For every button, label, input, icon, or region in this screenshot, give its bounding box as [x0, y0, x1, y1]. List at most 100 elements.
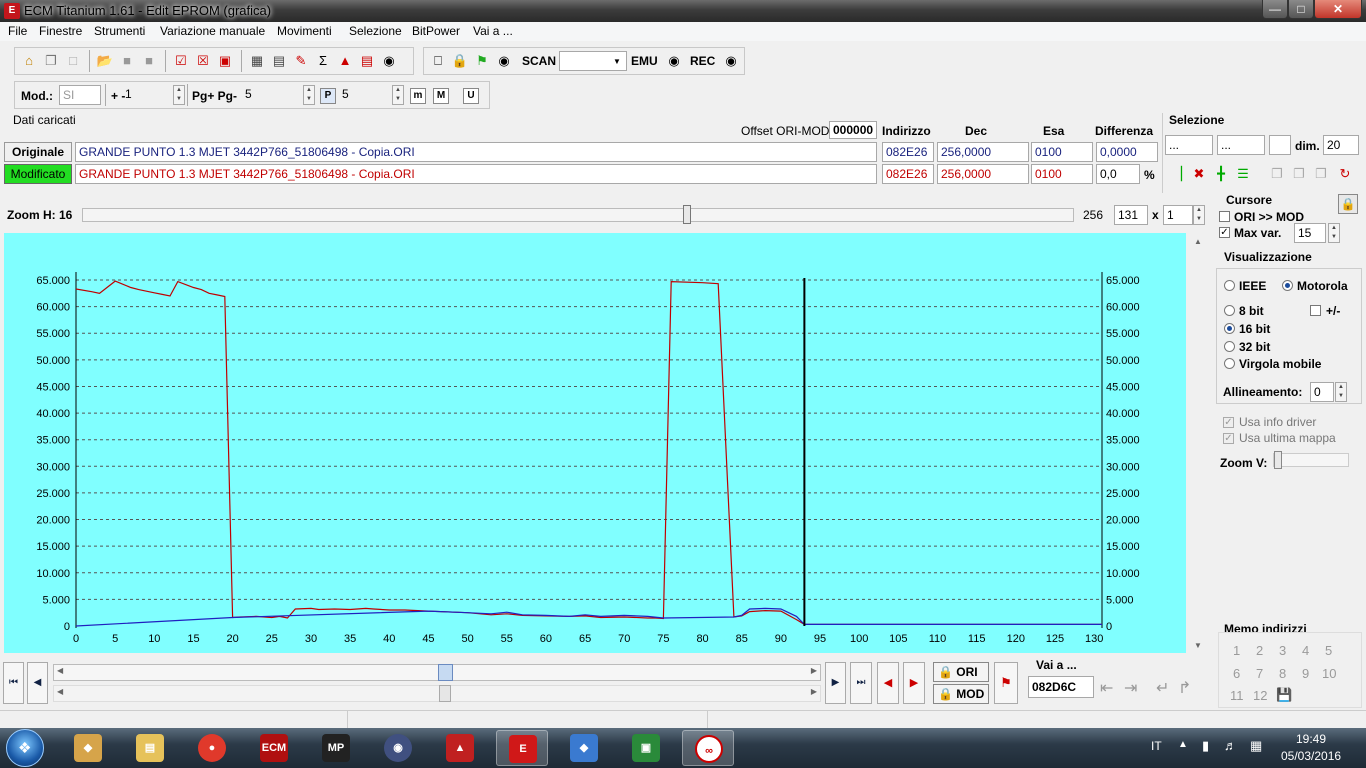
zoom-h-slider[interactable] — [82, 208, 1074, 222]
ieee-radio[interactable] — [1224, 280, 1235, 291]
mod-button[interactable]: 🔒 MOD — [933, 684, 989, 704]
rec-dot-icon[interactable]: ◉ — [721, 51, 741, 71]
text-icon[interactable]: ⎕ — [428, 51, 448, 71]
memo-slot-11[interactable]: 11 — [1230, 688, 1244, 703]
graph-icon[interactable]: ▤ — [357, 51, 377, 71]
menu-selezione[interactable]: Selezione — [349, 24, 402, 38]
goto-field[interactable]: 082D6C — [1028, 676, 1094, 698]
memo-slot-6[interactable]: 6 — [1233, 666, 1240, 681]
p-button[interactable]: P — [320, 88, 336, 104]
zoom-h-thumb[interactable] — [683, 205, 692, 224]
flag-icon[interactable]: ⚑ — [994, 662, 1018, 704]
menu-bitpower[interactable]: BitPower — [412, 24, 460, 38]
task-chrome[interactable]: ● — [186, 730, 238, 766]
float-radio[interactable] — [1224, 358, 1235, 369]
task-ecm-2k1[interactable]: ECM — [248, 730, 300, 766]
task-shield[interactable]: ◆ — [558, 730, 610, 766]
move-sel-icon[interactable]: ❐ — [1311, 164, 1331, 184]
windows-icon[interactable]: ❐ — [41, 51, 61, 71]
network-icon[interactable]: ▦ — [1250, 738, 1262, 754]
p-spinner[interactable]: ▲ ▼ — [392, 85, 404, 105]
list-icon[interactable]: ▤ — [269, 51, 289, 71]
position-thumb[interactable] — [437, 664, 453, 681]
reset-sel-icon[interactable]: ↻ — [1335, 164, 1355, 184]
bit32-radio[interactable] — [1224, 341, 1235, 352]
chart-panel[interactable]: 0 0 5.000 5.000 10.000 10.000 15.000 15.000 20.0… — [4, 233, 1186, 653]
runner-icon[interactable]: ⚑ — [472, 51, 492, 71]
goto-forward-icon[interactable]: ↱ — [1178, 678, 1191, 698]
sum-icon[interactable]: Σ — [313, 51, 333, 71]
copy-icon[interactable]: □ — [63, 51, 83, 71]
selection-start-field[interactable]: ... — [1165, 135, 1213, 155]
next-diff-icon[interactable]: ▶ — [903, 662, 925, 704]
m-upper-button[interactable]: M — [433, 88, 449, 104]
modified-hex-field[interactable]: 0100 — [1031, 164, 1093, 184]
goto-outdent-icon[interactable]: ⇥ — [1124, 678, 1137, 698]
map-search-icon[interactable]: ▦ — [247, 51, 267, 71]
scroll-up-icon[interactable]: ▲ — [1194, 237, 1202, 246]
modified-dec-field[interactable]: 256,0000 — [937, 164, 1029, 184]
checksum-auto-icon[interactable]: ☒ — [193, 51, 213, 71]
home-icon[interactable]: ⌂ — [19, 51, 39, 71]
menu-file[interactable]: File — [8, 24, 27, 38]
record-dot-icon[interactable]: ◉ — [494, 51, 514, 71]
memo-slot-5[interactable]: 5 — [1325, 643, 1332, 658]
menu-variazione-manuale[interactable]: Variazione manuale — [160, 24, 265, 38]
shapes-icon[interactable]: ▲ — [335, 51, 355, 71]
memo-slot-4[interactable]: 4 — [1302, 643, 1309, 658]
select-lines-icon[interactable]: ☰ — [1233, 164, 1253, 184]
chevron-down-icon[interactable]: ▼ — [613, 57, 621, 66]
menu-strumenti[interactable]: Strumenti — [94, 24, 145, 38]
next-icon[interactable]: ▶ — [825, 662, 846, 704]
language-indicator[interactable]: IT — [1151, 739, 1162, 753]
lock-cursor-icon[interactable]: 🔒 — [1338, 194, 1358, 214]
tray-expand-icon[interactable]: ▲ — [1178, 739, 1188, 750]
paste-sel-icon[interactable]: ❐ — [1289, 164, 1309, 184]
bit16-radio[interactable] — [1224, 323, 1235, 334]
modified-label[interactable]: Modificato — [4, 164, 72, 184]
mod-field[interactable]: SI — [59, 85, 101, 105]
zoom-rows-field[interactable]: 1 — [1163, 205, 1193, 225]
offset-field[interactable]: 000000 — [829, 121, 877, 139]
original-label[interactable]: Originale — [4, 142, 72, 162]
dim-field[interactable]: 20 — [1323, 135, 1359, 155]
save-icon[interactable]: ■ — [117, 51, 137, 71]
task-ecm-titanium[interactable]: E — [496, 730, 548, 766]
maximize-button[interactable]: □ — [1288, 0, 1314, 19]
clock-date[interactable]: 05/03/2016 — [1281, 749, 1341, 763]
prev-icon[interactable]: ◀ — [27, 662, 48, 704]
ori-button[interactable]: 🔒 ORI — [933, 662, 989, 682]
save-as-icon[interactable]: ■ — [139, 51, 159, 71]
scroll2-right-icon[interactable]: ▶ — [811, 687, 817, 696]
checksum-icon[interactable]: ☑ — [171, 51, 191, 71]
volume-icon[interactable]: ♬ — [1224, 738, 1237, 753]
emu-dot-icon[interactable]: ◉ — [664, 51, 684, 71]
binoculars-icon[interactable]: ◉ — [379, 51, 399, 71]
zoom-v-thumb[interactable] — [1274, 451, 1282, 469]
original-hex-field[interactable]: 0100 — [1031, 142, 1093, 162]
align-field[interactable]: 0 — [1310, 382, 1334, 402]
maxvar-field[interactable]: 15 — [1294, 223, 1326, 243]
calendar-icon[interactable]: ▣ — [215, 51, 235, 71]
secondary-scrollbar[interactable]: ◀ ▶ — [53, 685, 821, 702]
task-paint[interactable]: ◆ — [62, 730, 114, 766]
task-infinity[interactable]: ∞ — [682, 730, 734, 766]
menu-vai-a[interactable]: Vai a ... — [473, 24, 513, 38]
memo-slot-9[interactable]: 9 — [1302, 666, 1309, 681]
maxvar-checkbox[interactable]: ✓ — [1219, 227, 1230, 238]
bit8-radio[interactable] — [1224, 305, 1235, 316]
memo-save-icon[interactable]: 💾 — [1276, 687, 1292, 703]
align-spinner[interactable]: ▲ ▼ — [1335, 382, 1347, 402]
original-dec-field[interactable]: 256,0000 — [937, 142, 1029, 162]
device-icon[interactable]: ▮ — [1202, 738, 1209, 754]
last-page-icon[interactable]: ⏭ — [850, 662, 872, 704]
menu-finestre[interactable]: Finestre — [39, 24, 82, 38]
prev-diff-icon[interactable]: ◀ — [877, 662, 899, 704]
lock-icon[interactable]: 🔒 — [450, 51, 470, 71]
selection-extra-field[interactable] — [1269, 135, 1291, 155]
menu-movimenti[interactable]: Movimenti — [277, 24, 332, 38]
memo-slot-7[interactable]: 7 — [1256, 666, 1263, 681]
zoom-cols-field[interactable]: 131 — [1114, 205, 1148, 225]
chart-edit-icon[interactable]: ✎ — [291, 51, 311, 71]
motorola-radio[interactable] — [1282, 280, 1293, 291]
